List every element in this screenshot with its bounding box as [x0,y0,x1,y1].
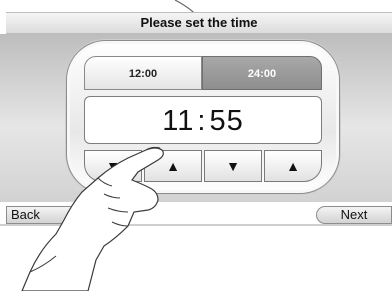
minute-up-button[interactable]: ▲ [264,150,322,182]
divider [0,224,392,226]
tab-12-hour[interactable]: 12:00 [84,56,202,90]
hour-down-button[interactable]: ▼ [84,150,142,182]
up-arrow-icon: ▲ [286,158,300,174]
next-button[interactable]: Next [316,206,392,224]
back-button[interactable]: Back [6,206,78,224]
hours-value: 11 [162,105,195,137]
hour-up-button[interactable]: ▲ [144,150,202,182]
up-arrow-icon: ▲ [166,158,180,174]
down-arrow-icon: ▼ [226,158,240,174]
minutes-value: 55 [209,105,244,137]
down-arrow-icon: ▼ [106,158,120,174]
minute-down-button[interactable]: ▼ [204,150,262,182]
page-title: Please set the time [6,12,392,34]
tab-24-hour[interactable]: 24:00 [202,56,322,90]
time-separator: : [197,105,207,137]
time-display: 11:55 [84,96,322,144]
time-setting-screen: Please set the time 12:00 24:00 11:55 ▼ … [0,0,392,291]
